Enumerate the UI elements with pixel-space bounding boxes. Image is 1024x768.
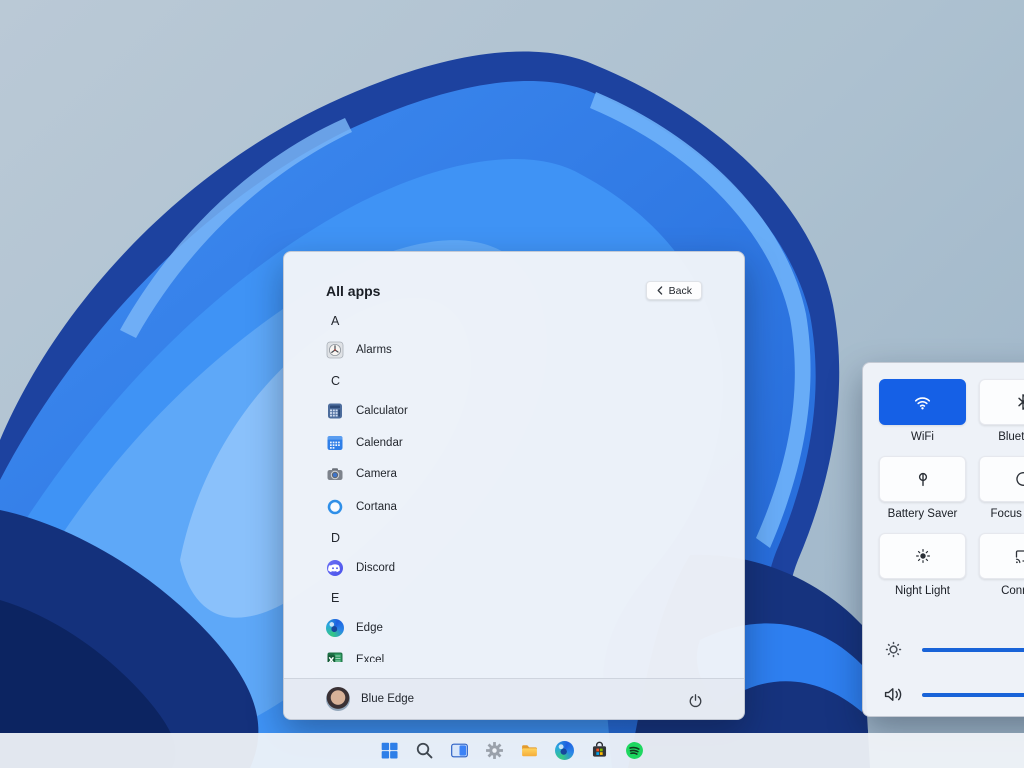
brightness-track[interactable] — [922, 648, 1024, 652]
back-button[interactable]: Back — [646, 281, 702, 300]
spotify-button[interactable] — [617, 733, 652, 768]
quick-settings-panel: WiFi Bluetooth Battery Saver Focus assis… — [862, 362, 1024, 717]
all-apps-list: A Alarms C Calculator — [284, 306, 744, 662]
bluetooth-icon — [1014, 393, 1024, 411]
alarms-icon — [326, 341, 344, 359]
app-item-excel[interactable]: Excel — [284, 645, 744, 662]
night-light-icon — [914, 547, 932, 565]
start-menu-footer: Blue Edge — [284, 678, 744, 719]
search-button[interactable] — [407, 733, 442, 768]
section-header-C[interactable]: C — [284, 366, 744, 396]
user-name: Blue Edge — [361, 693, 414, 705]
app-item-calculator[interactable]: Calculator — [284, 396, 744, 426]
volume-icon — [883, 684, 904, 705]
connect-toggle[interactable] — [979, 533, 1024, 579]
section-header-E[interactable]: E — [284, 583, 744, 613]
app-item-camera[interactable]: Camera — [284, 459, 744, 489]
quick-toggle-connect-cell: Connect — [979, 533, 1024, 597]
all-apps-title: All apps — [326, 283, 380, 299]
bluetooth-toggle[interactable] — [979, 379, 1024, 425]
quick-toggle-focus-assist-cell: Focus assist — [979, 456, 1024, 520]
app-item-calendar[interactable]: Calendar — [284, 428, 744, 458]
task-view-button[interactable] — [442, 733, 477, 768]
power-button[interactable] — [684, 689, 706, 711]
connect-icon — [1014, 547, 1024, 565]
wifi-icon — [913, 393, 932, 412]
calendar-icon — [326, 434, 344, 452]
brightness-icon — [883, 639, 904, 660]
calculator-icon — [326, 402, 344, 420]
cortana-icon — [326, 498, 344, 516]
search-icon — [415, 741, 434, 760]
settings-gear-icon — [485, 741, 504, 760]
back-button-label: Back — [669, 285, 692, 297]
section-header-A[interactable]: A — [284, 306, 744, 336]
app-item-discord[interactable]: Discord — [284, 553, 744, 583]
start-icon — [380, 741, 399, 760]
wifi-toggle[interactable] — [879, 379, 966, 425]
microsoft-store-icon — [590, 741, 609, 760]
app-item-cortana[interactable]: Cortana — [284, 492, 744, 522]
edge-button[interactable] — [547, 733, 582, 768]
night-light-toggle[interactable] — [879, 533, 966, 579]
user-avatar — [326, 687, 350, 711]
battery-saver-icon — [914, 470, 932, 488]
edge-icon — [555, 741, 574, 760]
quick-toggle-battery-saver-cell: Battery Saver — [879, 456, 966, 520]
power-icon — [688, 693, 703, 708]
quick-toggle-wifi-cell: WiFi — [879, 379, 966, 443]
volume-track[interactable] — [922, 693, 1024, 697]
user-account-button[interactable]: Blue Edge — [326, 687, 414, 711]
file-explorer-icon — [520, 741, 539, 760]
brightness-slider[interactable] — [883, 639, 1024, 660]
start-button[interactable] — [372, 733, 407, 768]
microsoft-store-button[interactable] — [582, 733, 617, 768]
section-header-D[interactable]: D — [284, 523, 744, 553]
task-view-icon — [450, 741, 469, 760]
quick-toggle-bluetooth-cell: Bluetooth — [979, 379, 1024, 443]
edge-icon — [326, 619, 344, 637]
focus-assist-toggle[interactable] — [979, 456, 1024, 502]
discord-icon — [326, 559, 344, 577]
camera-icon — [326, 465, 344, 483]
battery-saver-toggle[interactable] — [879, 456, 966, 502]
spotify-icon — [625, 741, 644, 760]
app-item-edge[interactable]: Edge — [284, 613, 744, 643]
chevron-left-icon — [656, 286, 664, 295]
taskbar — [0, 733, 1024, 768]
start-menu-all-apps-panel: All apps Back A Alarms C — [283, 251, 745, 720]
quick-toggle-night-light-cell: Night Light — [879, 533, 966, 597]
file-explorer-button[interactable] — [512, 733, 547, 768]
app-item-alarms[interactable]: Alarms — [284, 335, 744, 365]
excel-icon — [326, 651, 344, 662]
settings-button[interactable] — [477, 733, 512, 768]
volume-slider[interactable] — [883, 684, 1024, 705]
focus-assist-icon — [1014, 470, 1024, 488]
